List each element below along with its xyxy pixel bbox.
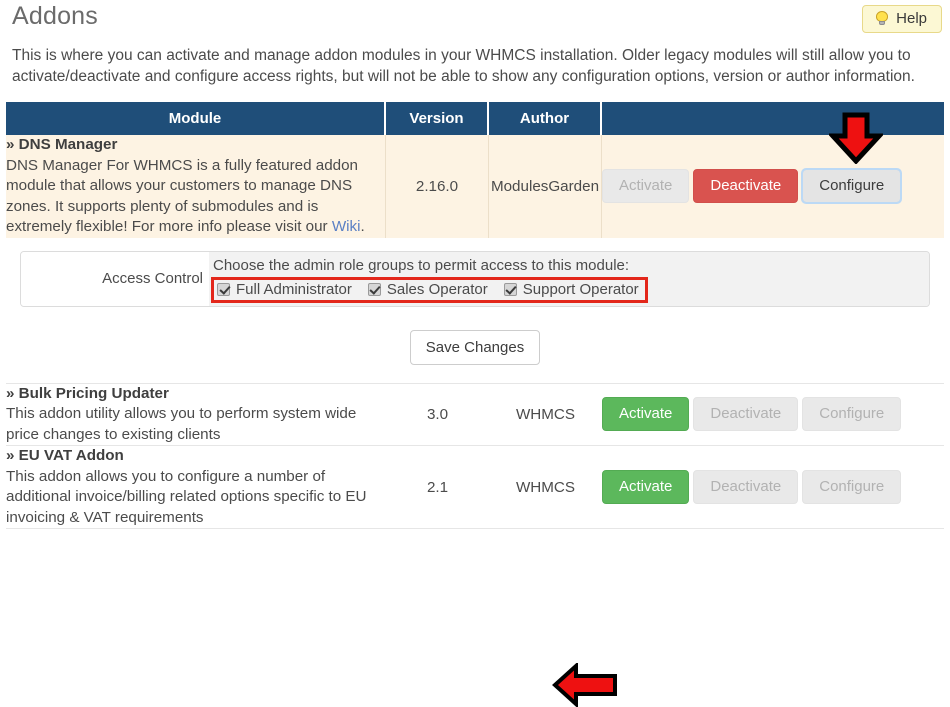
checkbox-support-operator[interactable]: Support Operator — [503, 280, 639, 298]
module-cell-bulk-pricing-updater: » Bulk Pricing Updater This addon utilit… — [6, 384, 386, 446]
activate-button[interactable]: Activate — [602, 470, 690, 504]
activate-button: Activate — [602, 169, 690, 204]
save-changes-row: Save Changes — [6, 329, 944, 707]
column-header-actions — [602, 102, 944, 135]
module-description: This addon allows you to configure a num… — [6, 467, 367, 526]
module-cell-eu-vat-addon: » EU VAT Addon This addon allows you to … — [6, 446, 386, 529]
module-version: 3.0 — [386, 384, 489, 446]
module-actions: Activate Deactivate Configure — [602, 446, 944, 529]
intro-text: This is where you can activate and manag… — [6, 45, 944, 87]
module-actions: Activate Deactivate Configure — [602, 135, 944, 238]
module-description-pre: DNS Manager For WHMCS is a fully feature… — [6, 156, 358, 236]
module-name: » DNS Manager — [6, 136, 118, 153]
intro-line-2: activate/deactivate and configure access… — [12, 68, 915, 85]
access-control-body: Choose the admin role groups to permit a… — [209, 251, 929, 306]
activate-button[interactable]: Activate — [602, 397, 690, 432]
column-header-module: Module — [6, 102, 386, 135]
deactivate-button: Deactivate — [693, 470, 799, 504]
module-name: » EU VAT Addon — [6, 447, 124, 464]
addon-modules-table: Module Version Author » DNS Manager DNS … — [6, 102, 944, 238]
lightbulb-icon — [875, 11, 889, 26]
help-button[interactable]: Help — [862, 5, 942, 33]
page-title: Addons — [12, 2, 98, 30]
module-description-post: . — [360, 218, 365, 235]
module-actions: Activate Deactivate Configure — [602, 384, 944, 446]
intro-line-1: This is where you can activate and manag… — [12, 47, 911, 64]
table-row: » EU VAT Addon This addon allows you to … — [6, 446, 944, 529]
table-row: » Bulk Pricing Updater This addon utilit… — [6, 384, 944, 446]
module-author: WHMCS — [489, 446, 602, 529]
table-row: » DNS Manager DNS Manager For WHMCS is a… — [6, 135, 944, 238]
column-header-version: Version — [386, 102, 489, 135]
help-button-label: Help — [896, 10, 927, 27]
role-checkbox-group-highlight: Full Administrator Sales Operator Suppor… — [211, 276, 648, 303]
checkbox-label: Support Operator — [522, 280, 639, 298]
table-header-row: Module Version Author — [6, 102, 944, 135]
deactivate-button[interactable]: Deactivate — [693, 169, 799, 204]
configure-button: Configure — [802, 397, 902, 432]
access-control-label: Access Control — [21, 251, 209, 306]
column-header-author: Author — [489, 102, 602, 135]
deactivate-button: Deactivate — [693, 397, 799, 432]
checkbox-icon[interactable] — [503, 282, 517, 296]
checkbox-sales-operator[interactable]: Sales Operator — [367, 280, 488, 298]
save-changes-button[interactable]: Save Changes — [409, 329, 541, 365]
addon-modules-table-continued: » Bulk Pricing Updater This addon utilit… — [6, 382, 944, 529]
module-author: ModulesGarden — [489, 135, 602, 238]
module-version: 2.16.0 — [386, 135, 489, 238]
checkbox-icon[interactable] — [367, 282, 381, 296]
access-control-panel: Access Control Choose the admin role gro… — [20, 250, 930, 307]
wiki-link[interactable]: Wiki — [332, 218, 361, 235]
page-header: Addons Help — [6, 0, 944, 44]
access-control-section: Access Control Choose the admin role gro… — [20, 250, 930, 307]
access-control-prompt: Choose the admin role groups to permit a… — [213, 256, 630, 274]
configure-button: Configure — [802, 470, 902, 504]
checkbox-full-administrator[interactable]: Full Administrator — [217, 281, 352, 298]
module-cell-dns-manager: » DNS Manager DNS Manager For WHMCS is a… — [6, 135, 386, 238]
addons-page: Addons Help This is where you can activa… — [0, 0, 950, 707]
module-name: » Bulk Pricing Updater — [6, 384, 169, 402]
module-version: 2.1 — [386, 446, 489, 529]
module-author: WHMCS — [489, 384, 602, 446]
checkbox-label: Sales Operator — [386, 280, 488, 298]
configure-button[interactable]: Configure — [801, 168, 903, 205]
checkbox-icon[interactable] — [217, 282, 230, 296]
checkbox-label: Full Administrator — [236, 280, 352, 298]
red-left-arrow-annotation — [552, 662, 617, 707]
module-description: This addon utility allows you to perform… — [6, 405, 357, 443]
